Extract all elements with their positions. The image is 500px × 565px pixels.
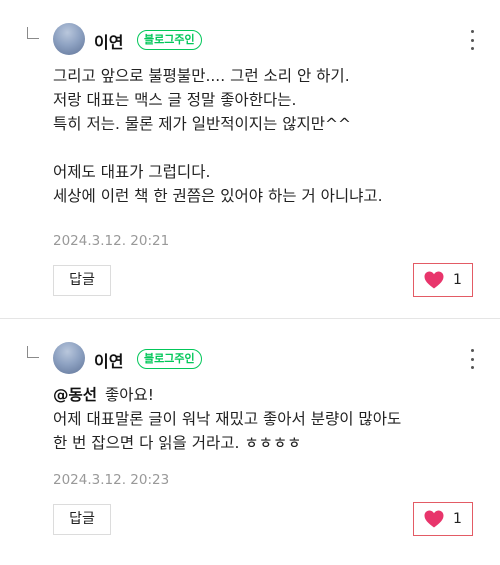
author-name[interactable]: 이연: [94, 29, 123, 53]
like-button[interactable]: 1: [413, 263, 473, 297]
comment-item: 이연 블로그주인 그리고 앞으로 불평불만.... 그런 소리 안 하기. 저랑…: [0, 0, 500, 297]
heart-icon: [424, 510, 444, 528]
comment-line: @동선 좋아요!: [53, 383, 483, 407]
heart-icon: [424, 271, 444, 289]
comment-line: 한 번 잡으면 다 읽을 거라고. ㅎㅎㅎㅎ: [53, 434, 302, 452]
comment-line: [53, 136, 483, 160]
comment-item: 이연 블로그주인 @동선 좋아요! 어제 대표말론 글이 워낙 재밌고 좋아서 분…: [0, 318, 500, 565]
owner-badge: 블로그주인: [137, 349, 202, 369]
comment-line: 특히 저는. 물론 제가 일반적이지는 않지만^^: [53, 115, 351, 133]
owner-badge: 블로그주인: [137, 30, 202, 50]
mention-link[interactable]: @동선: [53, 386, 97, 404]
comment-line: 저랑 대표는 맥스 글 정말 좋아한다는.: [53, 91, 297, 109]
comment-line: 그리고 앞으로 불평불만.... 그런 소리 안 하기.: [53, 67, 350, 85]
like-button[interactable]: 1: [413, 502, 473, 536]
reply-button[interactable]: 답글: [53, 504, 111, 535]
reply-arrow-icon: [27, 27, 39, 39]
comment-timestamp: 2024.3.12. 20:21: [53, 233, 170, 249]
like-count: 1: [453, 272, 462, 288]
like-count: 1: [453, 511, 462, 527]
avatar[interactable]: [53, 23, 85, 55]
reply-arrow-icon: [27, 346, 39, 358]
reply-button[interactable]: 답글: [53, 265, 111, 296]
comment-text: 좋아요!: [105, 386, 155, 404]
comment-line: 세상에 이런 책 한 권쯤은 있어야 하는 거 아니냐고.: [53, 187, 383, 205]
more-vertical-icon[interactable]: [466, 349, 478, 369]
author-name[interactable]: 이연: [94, 348, 123, 372]
more-vertical-icon[interactable]: [466, 30, 478, 50]
comment-line: 어제도 대표가 그럽디다.: [53, 163, 211, 181]
avatar[interactable]: [53, 342, 85, 374]
comment-body: @동선 좋아요! 어제 대표말론 글이 워낙 재밌고 좋아서 분량이 많아도 한 …: [53, 383, 483, 455]
comment-timestamp: 2024.3.12. 20:23: [53, 472, 170, 488]
comment-line: 어제 대표말론 글이 워낙 재밌고 좋아서 분량이 많아도: [53, 410, 402, 428]
comment-body: 그리고 앞으로 불평불만.... 그런 소리 안 하기. 저랑 대표는 맥스 글…: [53, 64, 483, 208]
